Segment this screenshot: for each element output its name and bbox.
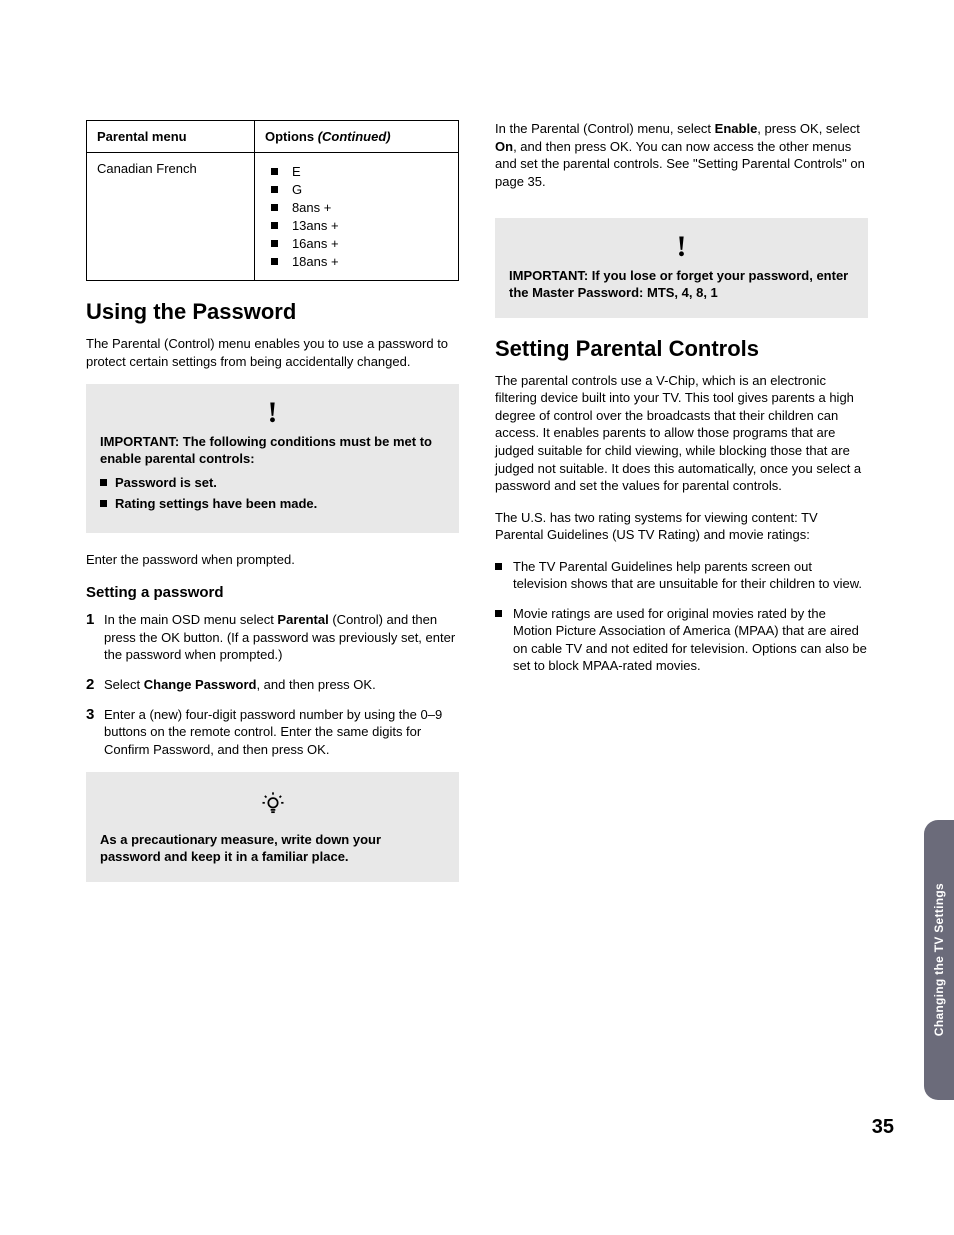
list-item: The TV Parental Guidelines help parents …	[513, 558, 868, 593]
steps-list: 1 In the main OSD menu select Parental (…	[86, 611, 459, 758]
body-text: The parental controls use a V-Chip, whic…	[495, 372, 868, 495]
exclamation-icon: !	[677, 236, 687, 257]
bullet-icon	[271, 204, 278, 211]
lightbulb-icon	[100, 790, 445, 823]
important-callout-conditions: ! IMPORTANT: The following conditions mu…	[86, 384, 459, 533]
heading-setting-parental-controls: Setting Parental Controls	[495, 336, 868, 362]
side-tab-label: Changing the TV Settings	[932, 883, 946, 1036]
step-1: 1 In the main OSD menu select Parental (…	[104, 611, 459, 664]
page-number: 35	[872, 1116, 894, 1139]
step-2: 2 Select Change Password, and then press…	[104, 676, 459, 694]
bullet-icon	[100, 479, 107, 486]
side-tab: Changing the TV Settings	[924, 820, 954, 1100]
body-text: Enter the password when prompted.	[86, 551, 459, 569]
bullet-icon	[271, 222, 278, 229]
list-item: Movie ratings are used for original movi…	[513, 605, 868, 675]
bullet-icon	[271, 186, 278, 193]
body-text: The Parental (Control) menu enables you …	[86, 335, 459, 370]
bullet-icon	[100, 500, 107, 507]
bullet-icon	[271, 240, 278, 247]
table-header-options: Options (Continued)	[254, 121, 458, 153]
heading-setting-password: Setting a password	[86, 584, 459, 601]
bullet-icon	[271, 258, 278, 265]
table-header-menu: Parental menu	[87, 121, 255, 153]
table-cell-options: E G 8ans + 13ans + 16ans + 18ans +	[254, 153, 458, 281]
exclamation-icon: !	[268, 402, 278, 423]
important-callout-master-password: ! IMPORTANT: If you lose or forget your …	[495, 218, 868, 318]
right-column: In the Parental (Control) menu, select E…	[495, 120, 868, 900]
step-3: 3 Enter a (new) four-digit password numb…	[104, 706, 459, 759]
table-row: Canadian French E G 8ans + 13ans + 16ans…	[87, 153, 459, 281]
body-text: The U.S. has two rating systems for view…	[495, 509, 868, 544]
bullet-icon	[271, 168, 278, 175]
bullet-list: The TV Parental Guidelines help parents …	[495, 558, 868, 675]
heading-using-password: Using the Password	[86, 299, 459, 325]
left-column: Parental menu Options (Continued) Canadi…	[86, 120, 459, 900]
table-cell-label: Canadian French	[87, 153, 255, 281]
tip-callout-precaution: As a precautionary measure, write down y…	[86, 772, 459, 882]
body-text: In the Parental (Control) menu, select E…	[495, 120, 868, 190]
parental-menu-table: Parental menu Options (Continued) Canadi…	[86, 120, 459, 281]
